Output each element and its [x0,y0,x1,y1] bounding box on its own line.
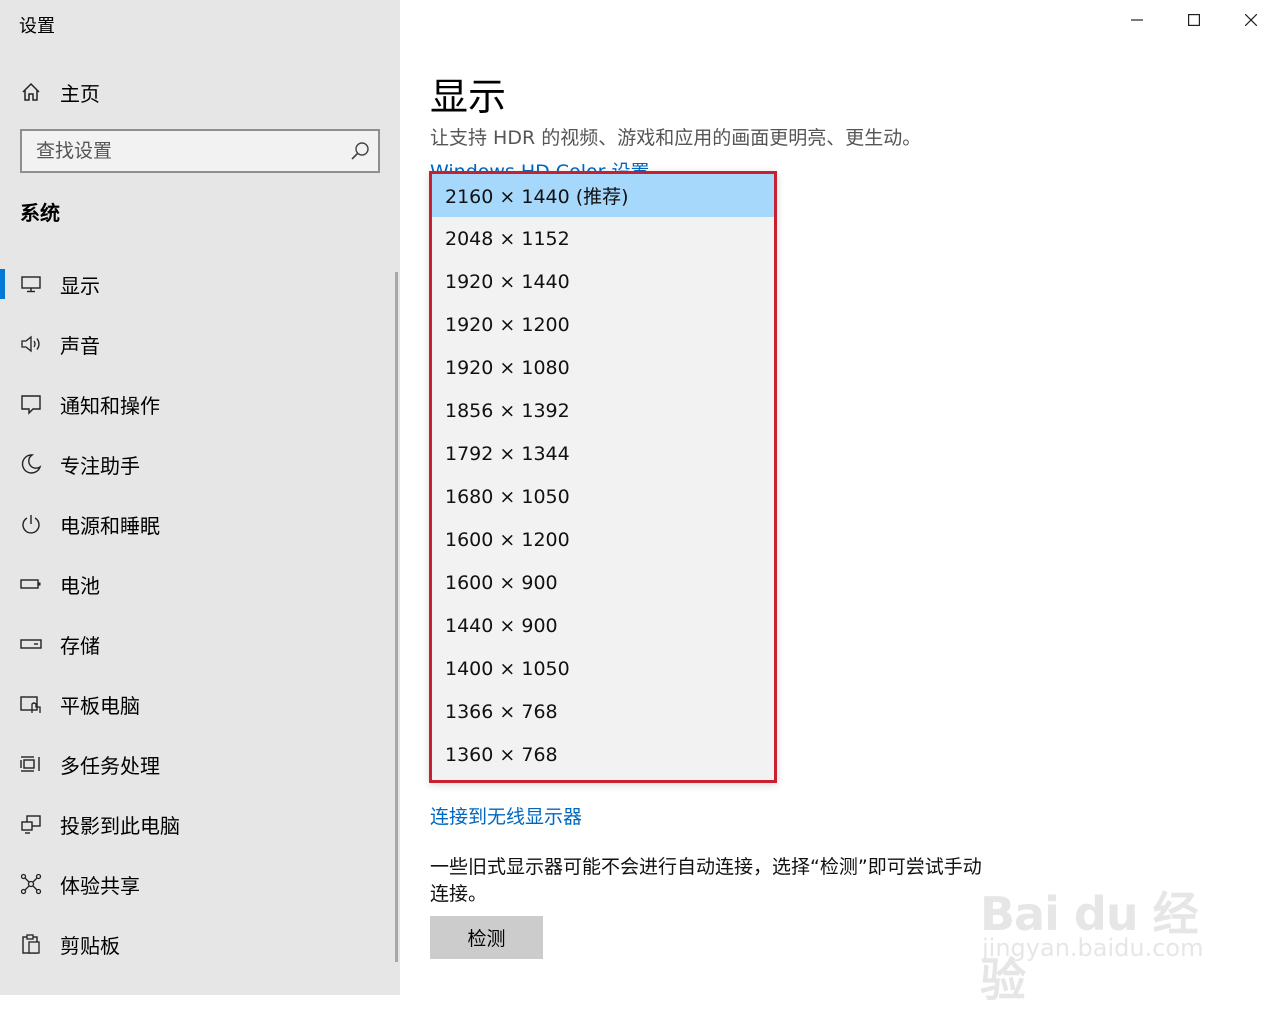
sidebar-scrollbar[interactable] [395,272,398,962]
resolution-option[interactable]: 2160 × 1440 (推荐) [432,174,774,217]
resolution-option[interactable]: 1920 × 1080 [432,346,774,389]
resolution-option[interactable]: 1600 × 1200 [432,518,774,561]
sidebar-nav: 显示 声音 通知和操作 专注助手 电源和睡眠 电池 存储 平板电脑 多任务处理 … [0,254,396,974]
share-icon [20,873,42,895]
baidu-jingyan-watermark: Bai du 经验 jingyan.baidu.com [980,860,1220,1007]
sidebar-item-label: 显示 [60,273,100,298]
watermark-url: jingyan.baidu.com [982,934,1204,962]
section-title: 系统 [20,201,60,225]
minimize-button[interactable] [1108,0,1165,40]
resolution-option[interactable]: 1360 × 768 [432,733,774,776]
sidebar-item-clipboard[interactable]: 剪贴板 [0,914,396,974]
detect-note: 一些旧式显示器可能不会进行自动连接，选择“检测”即可尝试手动连接。 [430,856,982,905]
close-icon [1244,14,1257,26]
sidebar-item-multitasking[interactable]: 多任务处理 [0,734,396,794]
sidebar-item-label: 专注助手 [60,453,140,478]
sidebar-item-focus-assist[interactable]: 专注助手 [0,434,396,494]
sidebar-item-label: 剪贴板 [60,933,120,958]
hdr-description: 让支持 HDR 的视频、游戏和应用的画面更明亮、更生动。 [430,127,922,149]
maximize-button[interactable] [1165,0,1222,40]
resolution-option[interactable]: 1440 × 900 [432,604,774,647]
search-input[interactable] [36,140,336,162]
home-label: 主页 [60,81,100,106]
sidebar-item-display[interactable]: 显示 [0,254,396,314]
sidebar-item-project[interactable]: 投影到此电脑 [0,794,396,854]
detect-button[interactable]: 检测 [430,916,543,959]
project-icon [20,813,42,835]
hdr-settings-link[interactable]: Windows HD Color 设置 [430,158,650,172]
resolution-option[interactable]: 2048 × 1152 [432,217,774,260]
battery-icon [20,573,42,595]
speaker-icon [20,333,42,355]
sidebar-item-sound[interactable]: 声音 [0,314,396,374]
sidebar-item-label: 声音 [60,333,100,358]
sidebar-item-label: 投影到此电脑 [60,813,180,838]
moon-icon [20,453,42,475]
storage-icon [20,633,42,655]
resolution-option[interactable]: 1366 × 768 [432,690,774,733]
resolution-option[interactable]: 1680 × 1050 [432,475,774,518]
sidebar-item-label: 存储 [60,633,100,658]
monitor-icon [20,273,42,295]
sidebar-item-label: 平板电脑 [60,693,140,718]
search-box[interactable] [20,129,380,173]
resolution-dropdown-list: 2160 × 1440 (推荐) 2048 × 1152 1920 × 1440… [429,171,777,783]
sidebar-item-notifications[interactable]: 通知和操作 [0,374,396,434]
sidebar-item-label: 电源和睡眠 [60,513,160,538]
minimize-icon [1130,19,1143,21]
maximize-icon [1187,14,1200,26]
resolution-option[interactable]: 1792 × 1344 [432,432,774,475]
resolution-option[interactable]: 1920 × 1200 [432,303,774,346]
search-icon[interactable] [350,141,370,161]
sidebar-item-battery[interactable]: 电池 [0,554,396,614]
connect-wireless-display-link[interactable]: 连接到无线显示器 [430,802,582,829]
window-title: 设置 [19,16,55,37]
close-button[interactable] [1222,0,1279,40]
resolution-option[interactable]: 1856 × 1392 [432,389,774,432]
resolution-option[interactable]: 1920 × 1440 [432,260,774,303]
resolution-option[interactable]: 1600 × 900 [432,561,774,604]
sidebar-item-label: 通知和操作 [60,393,160,418]
sidebar-item-storage[interactable]: 存储 [0,614,396,674]
resolution-option[interactable]: 1400 × 1050 [432,647,774,690]
page-title: 显示 [430,75,507,119]
power-icon [20,513,42,535]
tablet-icon [20,693,42,715]
sidebar-item-tablet[interactable]: 平板电脑 [0,674,396,734]
sidebar-item-label: 电池 [60,573,100,598]
sidebar-item-power-sleep[interactable]: 电源和睡眠 [0,494,396,554]
home-link[interactable]: 主页 [20,78,100,106]
notification-icon [20,393,42,415]
sidebar: 设置 主页 系统 显示 声音 通知和操作 [0,0,400,995]
clipboard-icon [20,933,42,955]
sidebar-item-shared-experiences[interactable]: 体验共享 [0,854,396,914]
home-icon [20,81,42,103]
sidebar-item-label: 体验共享 [60,873,140,898]
multitask-icon [20,753,42,775]
sidebar-item-label: 多任务处理 [60,753,160,778]
